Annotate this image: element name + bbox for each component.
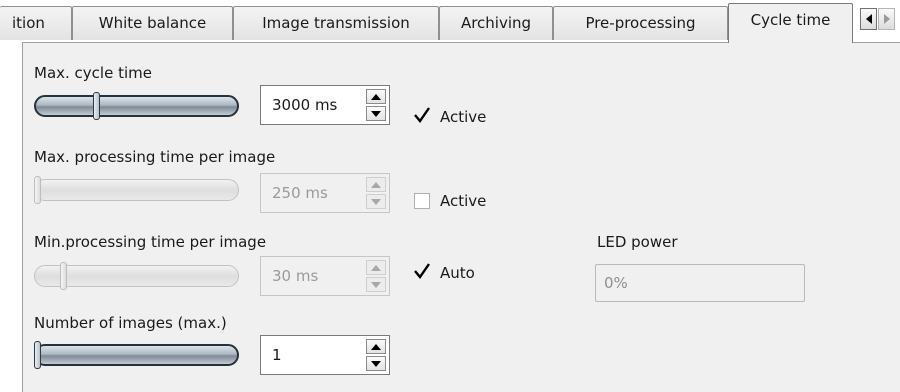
tab-archiving[interactable]: Archiving [439, 6, 553, 40]
arrow-up-icon [371, 343, 381, 350]
slider-thumb[interactable] [34, 176, 41, 204]
checkbox-label: Active [440, 108, 487, 126]
checkmark-icon [414, 263, 430, 279]
spinbox-value[interactable]: 3000 ms [272, 86, 337, 124]
min-processing-time-slider[interactable] [34, 262, 239, 290]
tab-pre-processing[interactable]: Pre-processing [553, 6, 728, 40]
slider-track [34, 344, 239, 366]
auto-checkbox[interactable]: Auto [414, 263, 475, 283]
max-processing-time-label: Max. processing time per image [34, 148, 276, 166]
checkbox-box[interactable] [414, 107, 430, 125]
tab-acquisition[interactable]: ition [0, 6, 72, 40]
arrow-down-icon [371, 198, 381, 205]
spin-down-button[interactable] [366, 356, 386, 371]
checkmark-icon [414, 107, 430, 123]
arrow-up-icon [371, 181, 381, 188]
max-cycle-time-spinbox[interactable]: 3000 ms [260, 85, 390, 125]
spin-up-button[interactable] [366, 89, 386, 104]
spin-down-button[interactable] [366, 194, 386, 209]
arrow-right-icon [883, 14, 890, 24]
spin-down-button[interactable] [366, 277, 386, 292]
max-processing-time-slider[interactable] [34, 176, 239, 204]
max-processing-time-spinbox[interactable]: 250 ms [260, 173, 390, 213]
number-of-images-slider[interactable] [34, 341, 239, 369]
tab-scroll-left-button[interactable] [860, 8, 877, 30]
checkbox-box[interactable] [414, 263, 430, 281]
slider-thumb[interactable] [60, 262, 67, 290]
spinbox-value[interactable]: 30 ms [272, 257, 318, 295]
slider-thumb[interactable] [93, 92, 100, 120]
arrow-down-icon [371, 281, 381, 288]
number-of-images-label: Number of images (max.) [34, 314, 227, 332]
slider-track [34, 179, 239, 201]
arrow-down-icon [371, 360, 381, 367]
spinbox-value[interactable]: 250 ms [272, 174, 328, 212]
processing-active-checkbox[interactable]: Active [414, 191, 486, 211]
spin-up-button[interactable] [366, 339, 386, 354]
slider-track [34, 95, 239, 117]
checkbox-box[interactable] [414, 193, 430, 209]
slider-thumb[interactable] [34, 341, 41, 369]
cycle-active-checkbox[interactable]: Active [414, 107, 486, 127]
checkbox-label: Active [440, 192, 487, 210]
spin-down-button[interactable] [366, 106, 386, 121]
spinbox-value[interactable]: 1 [272, 336, 282, 374]
tab-cycle-time[interactable]: Cycle time [728, 3, 853, 43]
min-processing-time-spinbox[interactable]: 30 ms [260, 256, 390, 296]
arrow-up-icon [371, 264, 381, 271]
number-of-images-spinbox[interactable]: 1 [260, 335, 390, 375]
tab-image-transmission[interactable]: Image transmission [233, 6, 439, 40]
spin-up-button[interactable] [366, 260, 386, 275]
spin-up-button[interactable] [366, 177, 386, 192]
tab-strip: ition White balance Image transmission A… [0, 0, 900, 43]
max-cycle-time-slider[interactable] [34, 92, 239, 120]
arrow-up-icon [371, 93, 381, 100]
max-cycle-time-label: Max. cycle time [34, 64, 152, 82]
led-power-label: LED power [597, 233, 678, 251]
led-power-field[interactable]: 0% [595, 264, 805, 302]
checkbox-label: Auto [440, 264, 475, 282]
tab-white-balance[interactable]: White balance [72, 6, 233, 40]
arrow-left-icon [865, 14, 872, 24]
min-processing-time-label: Min.processing time per image [34, 233, 267, 251]
tab-scroll-right-button[interactable] [878, 8, 895, 30]
arrow-down-icon [371, 110, 381, 117]
